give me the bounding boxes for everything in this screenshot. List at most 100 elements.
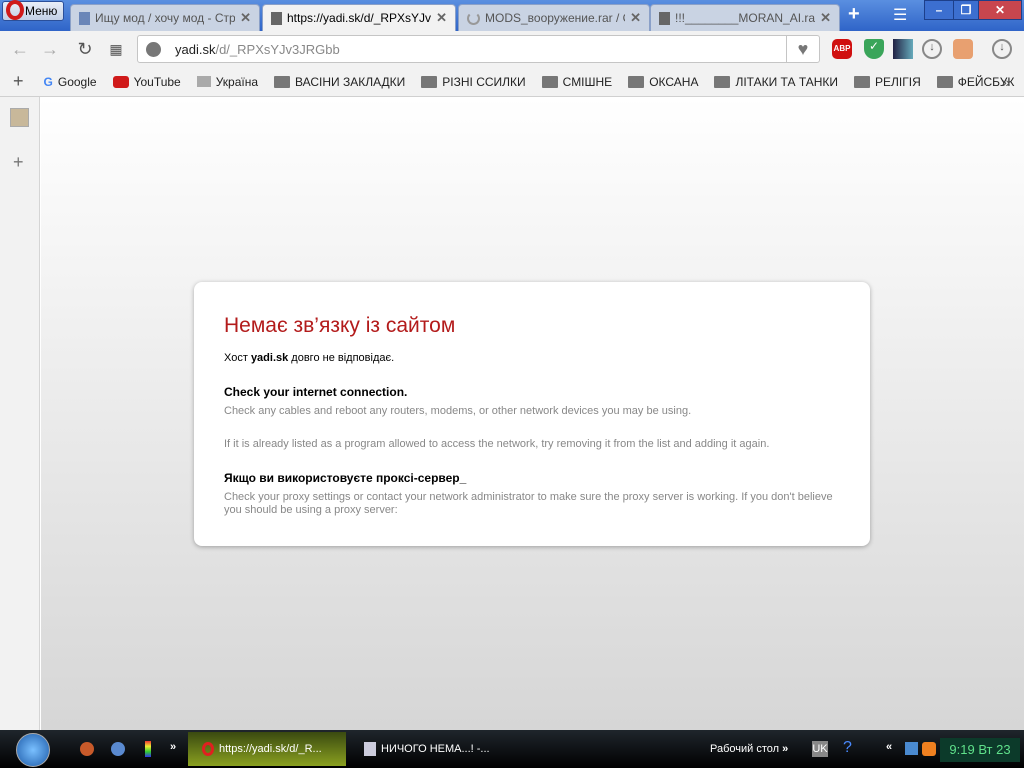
globe-icon (146, 42, 161, 57)
back-icon[interactable]: ← (10, 39, 30, 60)
download-extension-icon[interactable]: ↓ (922, 39, 942, 59)
close-tab-icon[interactable]: ✕ (820, 10, 831, 26)
savefrom-icon[interactable] (953, 39, 973, 59)
bookmark-google[interactable]: G Google (44, 75, 97, 89)
close-tab-icon[interactable]: ✕ (436, 10, 447, 26)
bookmark-folder[interactable]: ВАСІНИ ЗАКЛАДКИ (274, 75, 405, 89)
folder-icon (421, 75, 438, 88)
address-bar[interactable]: yadi.sk/d/_RPXsYJv3JRGbb ♥ (137, 35, 820, 63)
bookmark-youtube[interactable]: YouTube (112, 74, 181, 89)
youtube-icon (112, 75, 129, 88)
bookmarks-bar: + G Google YouTube Україна ВАСІНИ ЗАКЛАДК… (0, 67, 1024, 97)
taskbar-item-document[interactable]: НИЧОГО НЕМА...! -... (350, 732, 510, 766)
folder-icon (714, 75, 731, 88)
taskbar-item-opera[interactable]: https://yadi.sk/d/_R... (188, 732, 346, 766)
tab-title: https://yadi.sk/d/_RPXsYJv3 (287, 11, 432, 25)
tab-title: Ищу мод / хочу мод - Стран (95, 11, 236, 25)
forward-icon[interactable]: → (40, 39, 60, 60)
error-title: Немає зв’язку із сайтом (224, 314, 456, 337)
bookmark-folder[interactable]: ЛІТАКИ ТА ТАНКИ (714, 75, 838, 89)
more-bookmarks-icon[interactable]: » (1002, 74, 1010, 90)
page-icon (79, 11, 90, 25)
desktop-label: Рабочий стол (710, 743, 780, 755)
opera-logo-icon (6, 0, 24, 20)
tab-3[interactable]: MODS_вооружение.rar / Об ✕ (458, 4, 650, 31)
bookmark-label: YouTube (133, 74, 181, 89)
taskbar: » https://yadi.sk/d/_R... НИЧОГО НЕМА...… (0, 730, 1024, 768)
adguard-icon[interactable]: ✓ (864, 39, 884, 59)
bookmark-folder[interactable]: СМІШНЕ (541, 74, 613, 89)
folder-icon (936, 75, 953, 88)
tab-title: !!!________MORAN_AI.rar / (675, 11, 816, 25)
language-indicator[interactable]: UK (812, 741, 828, 757)
url-text[interactable]: yadi.sk/d/_RPXsYJv3JRGbb (175, 42, 340, 57)
folder-icon (274, 75, 291, 88)
close-tab-icon[interactable]: ✕ (630, 10, 641, 26)
news-icon (196, 76, 211, 87)
adblock-icon[interactable]: ABP (832, 39, 852, 59)
bookmark-folder[interactable]: РЕЛІГІЯ (854, 75, 921, 89)
title-bar: Меню Ищу мод / хочу мод - Стран ✕ https:/… (0, 0, 1024, 31)
bookmark-label: ОКСАНА (649, 74, 699, 89)
folder-icon (628, 75, 645, 88)
desktop-toolbar[interactable]: Рабочий стол » (710, 743, 788, 755)
page-icon (271, 11, 282, 25)
minimize-button[interactable]: – (924, 0, 954, 20)
new-tab-icon[interactable]: + (848, 3, 860, 26)
network-icon[interactable] (905, 742, 918, 755)
internet-text: Check any cables and reboot any routers,… (224, 405, 692, 417)
bookmark-label: СМІШНЕ (562, 74, 613, 89)
quicklaunch-icon[interactable] (80, 742, 94, 756)
error-card: Немає зв’язку із сайтом Хост yadi.sk дов… (194, 282, 870, 546)
bookmark-label: РЕЛІГІЯ (875, 74, 921, 89)
bookmark-label: РІЗНІ ССИЛКИ (442, 74, 526, 89)
bookmark-folder[interactable]: РІЗНІ ССИЛКИ (421, 74, 526, 89)
language-label: UK (812, 743, 828, 755)
add-bookmark-icon[interactable]: + (13, 71, 24, 92)
tab-1[interactable]: Ищу мод / хочу мод - Стран ✕ (70, 4, 260, 31)
internet-heading: Check your internet connection. (224, 385, 408, 399)
task-label: https://yadi.sk/d/_R... (219, 743, 322, 755)
host-name: yadi.sk (250, 352, 289, 364)
bookmark-label: Google (57, 74, 97, 89)
google-icon: G (43, 74, 53, 89)
bookmark-ukraina[interactable]: Україна (196, 75, 258, 89)
host-pre: Хост (224, 352, 251, 364)
help-icon[interactable]: ? (843, 739, 852, 757)
clock[interactable]: 9:19 Вт 23 (940, 738, 1020, 762)
reload-icon[interactable]: ↻ (75, 39, 95, 60)
downloads-icon[interactable]: ↓ (992, 39, 1012, 59)
maximize-button[interactable]: ❐ (953, 0, 979, 20)
sidebar: + (0, 97, 40, 730)
bookmark-heart-icon[interactable]: ♥ (786, 36, 819, 62)
bookmark-folder[interactable]: ОКСАНА (628, 75, 698, 89)
proxy-heading: Якщо ви використовуєте проксі-сервер_ (224, 471, 467, 485)
quicklaunch-icon[interactable] (111, 742, 125, 756)
opera-menu-button[interactable]: Меню (2, 0, 64, 21)
loading-icon (467, 11, 480, 25)
url-host: yadi.sk (175, 42, 216, 57)
sidebar-add-icon[interactable]: + (13, 152, 24, 173)
close-tab-icon[interactable]: ✕ (240, 10, 251, 26)
avast-icon[interactable] (922, 742, 936, 756)
abp-label: ABP (833, 44, 851, 53)
bookmark-label: ВАСІНИ ЗАКЛАДКИ (295, 74, 406, 89)
folder-icon (854, 75, 871, 88)
tab-2[interactable]: https://yadi.sk/d/_RPXsYJv3 ✕ (262, 4, 456, 31)
tab-menu-icon[interactable]: ☰ (893, 5, 907, 25)
start-button[interactable] (16, 733, 50, 767)
extension-icon[interactable] (893, 39, 913, 59)
tab-title: MODS_вооружение.rar / Об (485, 11, 626, 25)
close-window-button[interactable]: ✕ (978, 0, 1022, 20)
speed-dial-icon[interactable]: ▦ (106, 41, 126, 58)
bookmark-label: ЛІТАКИ ТА ТАНКИ (735, 74, 839, 89)
tray-expand-icon[interactable]: « (886, 741, 892, 753)
clock-text: 9:19 Вт 23 (949, 742, 1011, 757)
quicklaunch-more-icon[interactable]: » (170, 741, 176, 753)
quicklaunch-icon[interactable] (145, 741, 151, 757)
sidebar-panel-icon[interactable] (10, 108, 29, 127)
url-path: /d/_RPXsYJv3JRGbb (215, 42, 340, 57)
firewall-text: If it is already listed as a program all… (224, 438, 770, 450)
folder-icon (541, 75, 558, 88)
tab-4[interactable]: !!!________MORAN_AI.rar / ✕ (650, 4, 840, 31)
